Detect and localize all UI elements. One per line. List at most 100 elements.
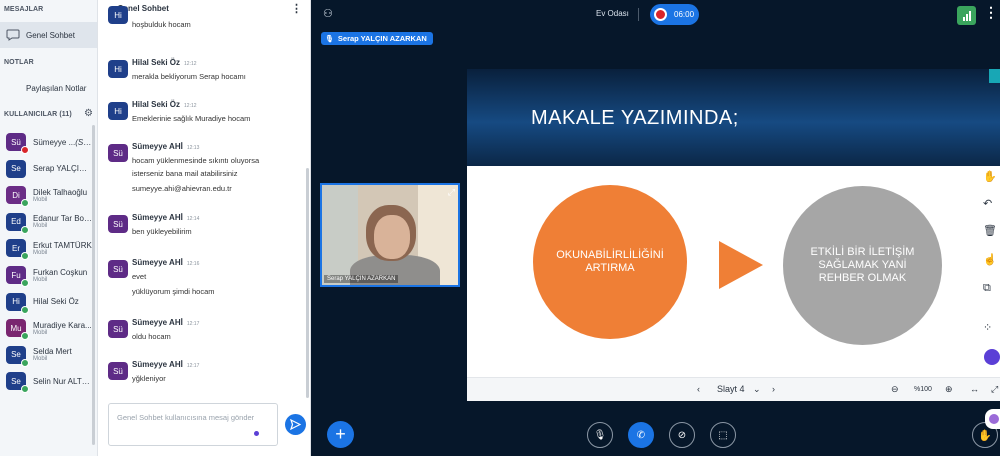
prev-slide-icon[interactable]: ‹ — [697, 384, 700, 394]
slide-left-circle: OKUNABİLİRLİLİĞİNİ ARTIRMA — [533, 185, 687, 339]
message-time: 12:17 — [186, 363, 200, 369]
sidebar: MESAJLAR Genel Sohbet NOTLAR Paylaşılan … — [0, 0, 98, 456]
multi-user-icon[interactable]: ☝ — [983, 253, 997, 266]
message-header: Hilal Seki Öz 12:12 — [132, 100, 197, 109]
hand-icon: ✋ — [978, 429, 992, 442]
actions-plus-button[interactable]: + — [327, 421, 354, 448]
screenshot-icon[interactable]: ⧉ — [983, 282, 991, 295]
user-item[interactable]: Se Selin Nur ALTUN — [0, 368, 92, 394]
fullscreen-slide-icon[interactable]: ⤢ — [991, 384, 998, 395]
webcam-name-label: Serap YALÇIN AZARKAN — [324, 275, 399, 283]
gear-icon[interactable]: ⚙ — [84, 108, 93, 119]
public-chat-link[interactable]: Genel Sohbet — [0, 22, 97, 48]
user-info: Dilek Talhaoğlu Mobil — [33, 188, 92, 203]
user-name: Hilal Seki Öz — [33, 297, 92, 306]
reactions-icon[interactable] — [984, 349, 1000, 365]
user-item[interactable]: Ed Edanur Tar Bol... Mobil — [0, 209, 92, 235]
user-item[interactable]: Fu Furkan Coşkun Mobil — [0, 262, 92, 288]
message-text: sumeyye.ahi@ahievran.edu.tr — [132, 184, 232, 193]
user-name: Selin Nur ALTUN — [33, 377, 92, 386]
meeting-app: MESAJLAR Genel Sohbet NOTLAR Paylaşılan … — [0, 0, 1000, 456]
user-name: Muradiye Kara... — [33, 321, 92, 330]
user-item[interactable]: Se Serap YALÇIN ... — [0, 156, 92, 182]
fit-width-icon[interactable]: ↔ — [970, 384, 979, 394]
user-name: Sümeyye ...(Sen) — [33, 138, 92, 147]
recording-button[interactable]: 06:00 — [650, 4, 699, 25]
user-item[interactable]: Di Dilek Talhaoğlu Mobil — [0, 182, 92, 208]
user-name-text: Serap YALÇIN ... — [33, 164, 92, 174]
user-item[interactable]: Hi Hilal Seki Öz — [0, 289, 92, 315]
chevron-down-icon[interactable]: ⌄ — [753, 384, 761, 395]
message-header: Sümeyye AHİ 12:17 — [132, 318, 199, 327]
send-button[interactable] — [285, 414, 306, 435]
screen-share-button[interactable]: ⬚ — [710, 422, 736, 448]
message-text: hoşbulduk hocam — [132, 20, 191, 29]
user-item[interactable]: Sü Sümeyye ...(Sen) — [0, 129, 92, 155]
microphone-icon: 🎙 — [325, 35, 334, 43]
user-info: Hilal Seki Öz — [33, 297, 92, 306]
typing-indicator — [254, 431, 259, 436]
message-input[interactable]: Genel Sohbet kullanıcısına mesaj gönder — [108, 403, 278, 446]
chat-scrollbar[interactable] — [306, 168, 309, 398]
options-menu-icon[interactable]: ⋮ — [984, 4, 998, 21]
presentation-slide: MAKALE YAZIMINDA; OKUNABİLİRLİLİĞİNİ ART… — [467, 69, 1000, 401]
undo-icon[interactable]: ↶ — [983, 197, 992, 210]
screen-share-off-icon: ⬚ — [718, 429, 728, 441]
user-name: Serap YALÇIN ... — [33, 164, 92, 173]
minimize-presentation-tab[interactable] — [989, 69, 1000, 83]
message-text: isterseniz bana mail atabilirsiniz — [132, 169, 238, 178]
user-name: Selda Mert — [33, 347, 92, 356]
user-item[interactable]: Se Selda Mert Mobil — [0, 342, 92, 368]
message-time: 12:16 — [186, 261, 200, 267]
avatar: Sü — [108, 320, 128, 338]
webcam-video[interactable]: Serap YALÇIN AZARKAN ⤢ — [320, 183, 460, 287]
user-name-text: Selda Mert — [33, 347, 72, 357]
user-item[interactable]: Er Erkut TAMTÜRK Mobil — [0, 235, 92, 261]
apps-icon[interactable]: ⁘ — [983, 321, 992, 334]
user-name: Furkan Coşkun — [33, 268, 92, 277]
user-device: Mobil — [33, 249, 48, 256]
slide-right-circle: ETKİLİ BİR İLETİŞİM SAĞLAMAK YANİ REHBER… — [783, 186, 942, 345]
video-person-face — [374, 215, 410, 259]
message-author: Sümeyye AHİ — [132, 318, 183, 327]
user-name: Dilek Talhaoğlu — [33, 188, 92, 197]
slide-title: MAKALE YAZIMINDA; — [531, 107, 739, 129]
speaker-name: Serap YALÇIN AZARKAN — [337, 34, 427, 43]
message-text: evet — [132, 272, 147, 281]
connection-status-icon[interactable] — [957, 6, 976, 25]
users-scrollbar[interactable] — [92, 125, 95, 445]
slide-selector[interactable]: Slayt 4 — [717, 384, 745, 394]
chat-header: ‹ Genel Sohbet ⋮ — [98, 0, 310, 16]
notes-section-title: NOTLAR — [4, 59, 34, 66]
fullscreen-icon[interactable]: ⤢ — [448, 187, 455, 198]
more-options-icon[interactable]: ⋮ — [291, 2, 302, 15]
record-icon — [654, 8, 667, 21]
zoom-in-icon[interactable]: ⊕ — [945, 384, 953, 395]
message-author: Sümeyye AHİ — [132, 142, 183, 151]
message-text: Emeklerinie sağlık Muradiye hocam — [132, 114, 251, 123]
message-time: 12:12 — [184, 103, 197, 109]
message-header: Sümeyye AHİ 12:16 — [132, 258, 199, 267]
user-info: Muradiye Kara... Mobil — [33, 321, 92, 336]
next-slide-icon[interactable]: › — [772, 384, 775, 394]
user-device: Mobil — [33, 329, 48, 336]
message-header: Sümeyye AHİ 12:17 — [132, 360, 199, 369]
zoom-out-icon[interactable]: ⊖ — [891, 384, 899, 395]
user-item[interactable]: Mu Muradiye Kara... Mobil — [0, 315, 92, 341]
user-name-text: Muradiye Kara... — [33, 320, 92, 330]
mute-microphone-button[interactable]: 🎙 — [587, 422, 613, 448]
avatar: Hi — [108, 6, 128, 24]
avatar: Er — [6, 239, 29, 261]
camera-off-button[interactable]: ⊘ — [669, 422, 695, 448]
trash-icon[interactable]: 🗑 — [983, 224, 997, 237]
audio-call-button[interactable]: ✆ — [628, 422, 654, 448]
user-list-toggle-icon[interactable]: ⚇ — [323, 7, 333, 20]
user-name-text: Sümeyye ... — [33, 137, 76, 147]
send-icon — [290, 419, 301, 430]
shared-notes-link[interactable]: Paylaşılan Notlar — [0, 75, 97, 101]
message-author: Sümeyye AHİ — [132, 258, 183, 267]
user-device: Mobil — [33, 276, 48, 283]
feedback-bubble[interactable] — [985, 409, 1000, 429]
hand-pan-icon[interactable]: ✋ — [983, 170, 997, 183]
phone-icon: ✆ — [636, 429, 646, 441]
